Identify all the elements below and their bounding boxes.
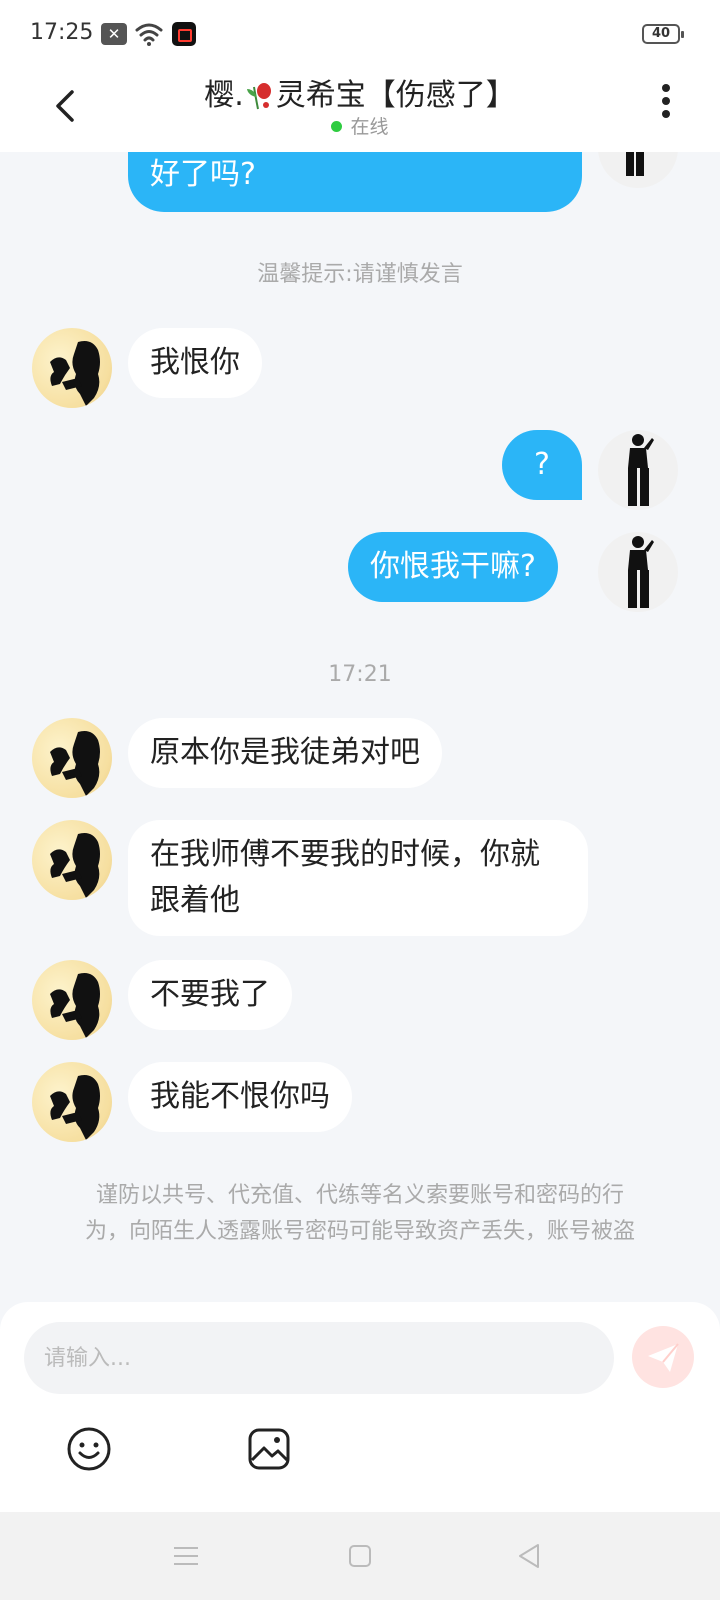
contact-name-suffix: 灵希宝【伤感了】 bbox=[275, 78, 516, 113]
status-bar: 17:25 ✕ 40 bbox=[0, 0, 720, 66]
message-bubble-out[interactable]: 你恨我干嘛? bbox=[348, 532, 558, 602]
avatar-contact[interactable] bbox=[32, 328, 112, 408]
security-warning-line: 为，向陌生人透露账号密码可能导致资产丢失，账号被盗 bbox=[84, 1219, 635, 1244]
message-bubble-in[interactable]: 不要我了 bbox=[128, 960, 292, 1030]
security-warning-line: 谨防以共号、代充值、代练等名义索要账号和密码的行 bbox=[95, 1183, 624, 1208]
send-icon bbox=[648, 1343, 679, 1372]
system-navigation-bar bbox=[0, 1512, 720, 1600]
more-dots-icon[interactable] bbox=[656, 84, 676, 124]
home-icon[interactable] bbox=[344, 1540, 376, 1572]
message-text: 好了吗? bbox=[150, 157, 256, 192]
avatar-silhouette-icon bbox=[50, 833, 100, 898]
screen-record-icon bbox=[172, 22, 196, 46]
wifi-icon bbox=[135, 23, 163, 46]
system-notice: 温馨提示:请谨慎发言 bbox=[257, 262, 463, 287]
rose-icon bbox=[246, 83, 271, 110]
message-bubble-out[interactable]: ? bbox=[502, 430, 582, 500]
avatar-contact[interactable] bbox=[32, 960, 112, 1040]
emoji-icon[interactable] bbox=[66, 1426, 112, 1472]
send-button[interactable] bbox=[632, 1326, 694, 1388]
online-dot-icon bbox=[331, 121, 343, 132]
avatar-silhouette-icon bbox=[50, 341, 100, 406]
status-time: 17:25 bbox=[30, 20, 94, 45]
avatar-contact[interactable] bbox=[32, 1062, 112, 1142]
back-triangle-icon[interactable] bbox=[514, 1540, 546, 1572]
security-warning: 谨防以共号、代充值、代练等名义索要账号和密码的行 为，向陌生人透露账号密码可能导… bbox=[50, 1178, 670, 1250]
avatar-contact[interactable] bbox=[32, 718, 112, 798]
input-bar bbox=[0, 1302, 720, 1512]
chat-area[interactable]: 好了吗? 温馨提示:请谨慎发言 我恨你 ? 你恨我干嘛? 17:21 原本你是我… bbox=[0, 152, 720, 1302]
chat-header: 樱. 灵希宝【伤感了】 在线 bbox=[0, 66, 720, 152]
message-text: 不要我了 bbox=[150, 977, 270, 1012]
message-text: 我能不恨你吗 bbox=[150, 1079, 330, 1114]
message-text: ? bbox=[534, 447, 550, 482]
battery-icon: 40 bbox=[642, 24, 684, 44]
online-status-label: 在线 bbox=[350, 116, 389, 138]
message-timestamp: 17:21 bbox=[328, 662, 392, 687]
avatar-figure-icon bbox=[628, 536, 654, 608]
avatar-self[interactable] bbox=[598, 532, 678, 612]
message-input[interactable] bbox=[24, 1322, 614, 1394]
message-bubble-out[interactable]: 好了吗? bbox=[128, 152, 582, 212]
contact-name[interactable]: 樱. 灵希宝【伤感了】 bbox=[0, 70, 720, 114]
message-bubble-in[interactable]: 我恨你 bbox=[128, 328, 262, 398]
avatar-silhouette-icon bbox=[50, 1075, 100, 1140]
message-text: 我恨你 bbox=[150, 345, 240, 380]
message-text-line: 在我师傅不要我的时候，你就 bbox=[150, 837, 540, 872]
avatar-silhouette-icon bbox=[50, 731, 100, 796]
message-bubble-in[interactable]: 原本你是我徒弟对吧 bbox=[128, 718, 442, 788]
avatar-contact[interactable] bbox=[32, 820, 112, 900]
avatar-self[interactable] bbox=[598, 430, 678, 510]
message-bubble-in[interactable]: 我能不恨你吗 bbox=[128, 1062, 352, 1132]
avatar-figure-icon bbox=[626, 152, 644, 176]
avatar-self[interactable] bbox=[598, 152, 678, 188]
contact-name-prefix: 樱. bbox=[204, 78, 244, 113]
online-status: 在线 bbox=[0, 112, 720, 139]
avatar-figure-icon bbox=[628, 434, 654, 506]
message-text: 原本你是我徒弟对吧 bbox=[150, 735, 420, 770]
image-icon[interactable] bbox=[246, 1426, 292, 1472]
notification-icon: ✕ bbox=[101, 23, 127, 45]
message-text: 你恨我干嘛? bbox=[370, 549, 536, 584]
menu-icon[interactable] bbox=[170, 1540, 202, 1572]
message-bubble-in[interactable]: 在我师傅不要我的时候，你就 跟着他 bbox=[128, 820, 588, 936]
avatar-silhouette-icon bbox=[50, 973, 100, 1038]
message-text-line: 跟着他 bbox=[150, 883, 240, 918]
